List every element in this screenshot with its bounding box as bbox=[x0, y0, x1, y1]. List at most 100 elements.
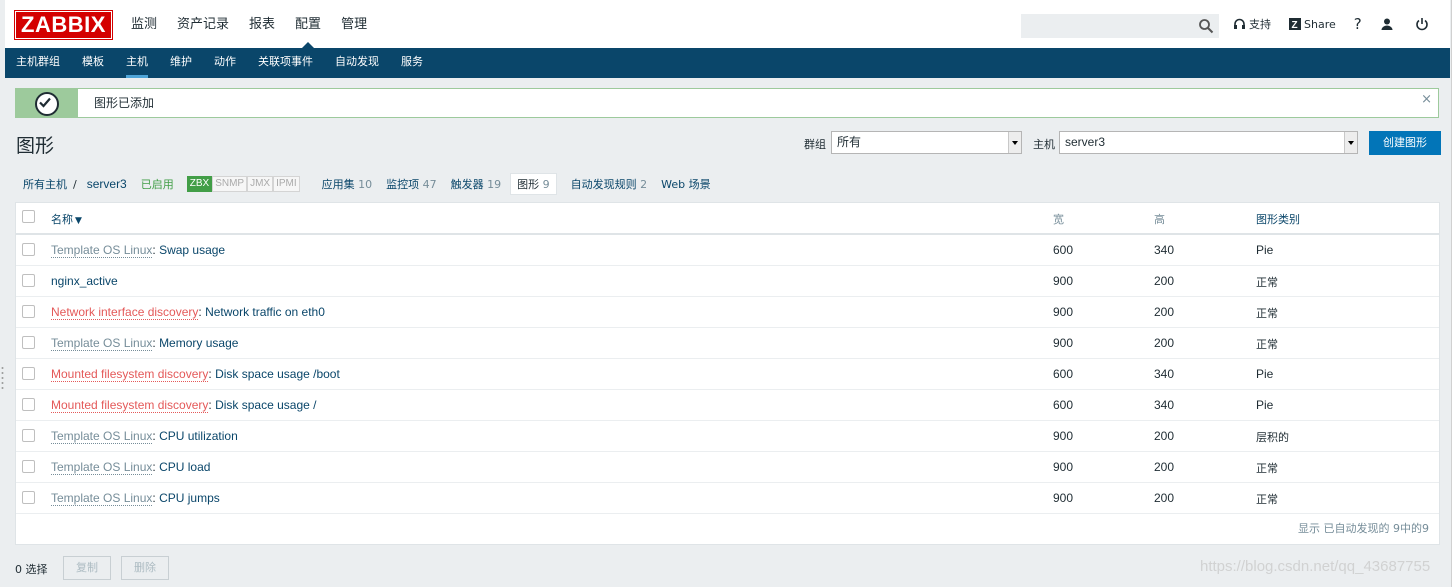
status-enabled[interactable]: 已启用 bbox=[141, 176, 174, 192]
discovery-label: 自动发现规则 bbox=[570, 178, 637, 191]
chevron-down-icon[interactable] bbox=[1008, 132, 1021, 153]
copy-button[interactable]: 复制 bbox=[63, 556, 111, 580]
drag-handle-icon[interactable] bbox=[0, 365, 5, 391]
help-icon: ? bbox=[1353, 15, 1362, 33]
graph-name-cell: Template OS Linux: Swap usage bbox=[51, 243, 225, 258]
height-column-header: 高 bbox=[1154, 213, 1165, 226]
width-cell: 900 bbox=[1053, 274, 1074, 288]
sub-menu: 主机群组 模板 主机 维护 动作 关联项事件 自动发现 服务 bbox=[5, 48, 1450, 78]
items-link[interactable]: 监控项 47 bbox=[386, 176, 437, 192]
graph-name-link[interactable]: CPU load bbox=[159, 460, 210, 474]
share-link[interactable]: Z Share bbox=[1289, 18, 1336, 31]
template-link[interactable]: Template OS Linux bbox=[51, 243, 153, 258]
graph-type-cell: 正常 bbox=[1256, 338, 1278, 351]
group-select-value: 所有 bbox=[837, 135, 862, 149]
signout-link[interactable] bbox=[1415, 17, 1432, 31]
row-checkbox[interactable] bbox=[22, 336, 35, 349]
support-link[interactable]: 支持 bbox=[1233, 16, 1271, 32]
host-select[interactable]: server3 bbox=[1059, 131, 1358, 154]
height-cell: 340 bbox=[1154, 398, 1175, 412]
sub-menu-item[interactable]: 维护 bbox=[159, 48, 203, 78]
sub-menu-item[interactable]: 关联项事件 bbox=[247, 48, 324, 78]
page-title: 图形 bbox=[16, 135, 55, 157]
row-checkbox[interactable] bbox=[22, 398, 35, 411]
discovery-rule-link[interactable]: Mounted filesystem discovery bbox=[51, 398, 209, 413]
all-hosts-link[interactable]: 所有主机 bbox=[23, 176, 67, 192]
row-checkbox[interactable] bbox=[22, 429, 35, 442]
graph-name-link[interactable]: Disk space usage /boot bbox=[215, 367, 340, 381]
triggers-label: 触发器 bbox=[450, 178, 484, 191]
discovery-rule-link[interactable]: Mounted filesystem discovery bbox=[51, 367, 209, 382]
main-menu-item[interactable]: 配置 bbox=[285, 0, 331, 48]
discovery-rule-link[interactable]: Network interface discovery bbox=[51, 305, 199, 320]
graph-name-link[interactable]: Network traffic on eth0 bbox=[205, 305, 325, 319]
close-icon[interactable]: × bbox=[1421, 92, 1432, 107]
headset-icon bbox=[1234, 18, 1245, 29]
sub-menu-item[interactable]: 服务 bbox=[390, 48, 434, 78]
search-input[interactable] bbox=[1021, 14, 1219, 38]
width-cell: 600 bbox=[1053, 367, 1074, 381]
graph-name-link[interactable]: CPU jumps bbox=[159, 491, 220, 505]
width-cell: 900 bbox=[1053, 305, 1074, 319]
applications-link[interactable]: 应用集 10 bbox=[322, 176, 373, 192]
zabbix-logo[interactable]: ZABBIX bbox=[14, 10, 113, 40]
name-column-header[interactable]: 名称 ▼ bbox=[51, 211, 82, 227]
main-menu-item[interactable]: 管理 bbox=[331, 0, 377, 48]
row-checkbox[interactable] bbox=[22, 460, 35, 473]
chevron-down-icon[interactable] bbox=[1344, 132, 1357, 153]
graph-name-cell: nginx_active bbox=[51, 274, 118, 288]
help-link[interactable]: ? bbox=[1354, 15, 1362, 33]
user-menu: 支持 Z Share ? bbox=[1233, 0, 1450, 48]
row-checkbox[interactable] bbox=[22, 243, 35, 256]
sub-menu-item[interactable]: 动作 bbox=[203, 48, 247, 78]
sub-menu-item[interactable]: 主机 bbox=[115, 48, 159, 78]
main-menu-item[interactable]: 报表 bbox=[239, 0, 285, 48]
sub-menu-item[interactable]: 主机群组 bbox=[5, 48, 71, 78]
sort-down-icon: ▼ bbox=[75, 216, 82, 226]
graph-name-cell: Network interface discovery: Network tra… bbox=[51, 305, 325, 320]
template-link[interactable]: Template OS Linux bbox=[51, 336, 153, 351]
top-header: ZABBIX 监测 资产记录 报表 配置 管理 支持 Z Share ? bbox=[5, 0, 1450, 48]
row-checkbox[interactable] bbox=[22, 274, 35, 287]
host-navigation: 所有主机 / server3 已启用 ZBX SNMP JMX IPMI 应用集… bbox=[23, 173, 725, 195]
user-icon bbox=[1381, 18, 1393, 30]
template-link[interactable]: Template OS Linux bbox=[51, 460, 153, 475]
graph-type-column-header[interactable]: 图形类别 bbox=[1256, 211, 1300, 227]
delete-button[interactable]: 删除 bbox=[121, 556, 169, 580]
graph-name-link[interactable]: CPU utilization bbox=[159, 429, 238, 443]
graph-name-cell: Mounted filesystem discovery: Disk space… bbox=[51, 367, 340, 382]
scrollbar[interactable] bbox=[1451, 0, 1455, 587]
row-checkbox[interactable] bbox=[22, 491, 35, 504]
group-select[interactable]: 所有 bbox=[831, 131, 1022, 154]
search-icon[interactable] bbox=[1198, 18, 1214, 34]
table-row: Template OS Linux: Swap usage 600 340 Pie bbox=[16, 235, 1439, 266]
template-link[interactable]: Template OS Linux bbox=[51, 429, 153, 444]
graph-name-link[interactable]: Disk space usage / bbox=[215, 398, 316, 412]
host-link[interactable]: server3 bbox=[87, 177, 127, 191]
graph-type-cell: 正常 bbox=[1256, 307, 1278, 320]
table-stats: 显示 已自动发现的 9中的9 bbox=[1298, 522, 1429, 535]
discovery-link[interactable]: 自动发现规则 2 bbox=[571, 176, 648, 192]
graph-type-cell: 正常 bbox=[1256, 462, 1278, 475]
graph-name-link[interactable]: Swap usage bbox=[159, 243, 225, 257]
height-cell: 200 bbox=[1154, 429, 1175, 443]
table-row: Template OS Linux: CPU load 900 200 正常 bbox=[16, 452, 1439, 483]
web-scenarios-link[interactable]: Web 场景 bbox=[661, 176, 710, 192]
template-link[interactable]: Template OS Linux bbox=[51, 491, 153, 506]
graphs-tab[interactable]: 图形 9 bbox=[510, 173, 557, 195]
graph-name-link[interactable]: nginx_active bbox=[51, 274, 118, 288]
profile-link[interactable] bbox=[1380, 17, 1397, 31]
create-graph-button[interactable]: 创建图形 bbox=[1369, 131, 1441, 155]
triggers-link[interactable]: 触发器 19 bbox=[451, 176, 502, 192]
items-label: 监控项 bbox=[386, 178, 420, 191]
main-menu-item[interactable]: 监测 bbox=[121, 0, 167, 48]
sub-menu-item[interactable]: 模板 bbox=[71, 48, 115, 78]
main-menu-item[interactable]: 资产记录 bbox=[167, 0, 239, 48]
select-all-checkbox[interactable] bbox=[22, 210, 35, 223]
row-checkbox[interactable] bbox=[22, 367, 35, 380]
graph-name-link[interactable]: Memory usage bbox=[159, 336, 238, 350]
graph-name-cell: Mounted filesystem discovery: Disk space… bbox=[51, 398, 316, 413]
row-checkbox[interactable] bbox=[22, 305, 35, 318]
group-label: 群组 bbox=[804, 138, 826, 151]
sub-menu-item[interactable]: 自动发现 bbox=[324, 48, 390, 78]
